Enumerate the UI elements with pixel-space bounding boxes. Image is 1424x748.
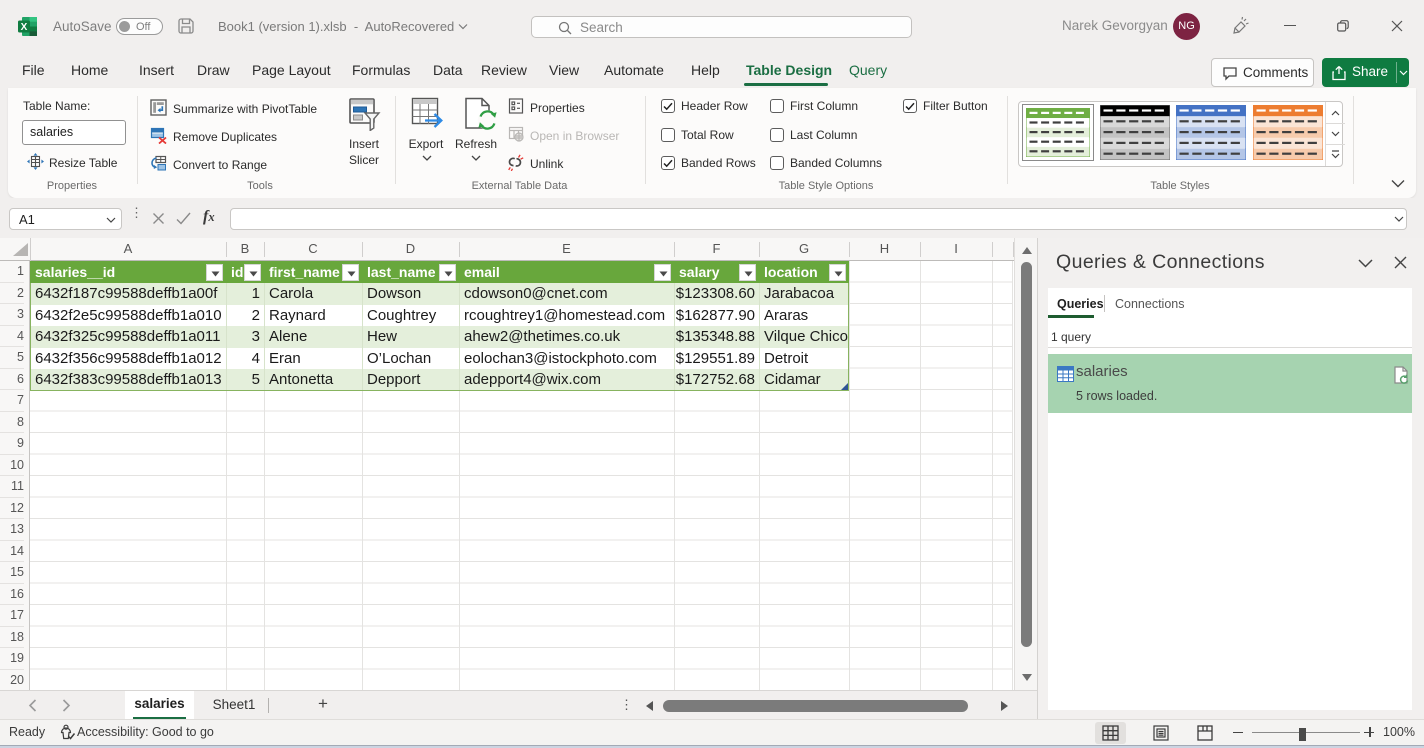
svg-text:X: X	[21, 22, 28, 33]
